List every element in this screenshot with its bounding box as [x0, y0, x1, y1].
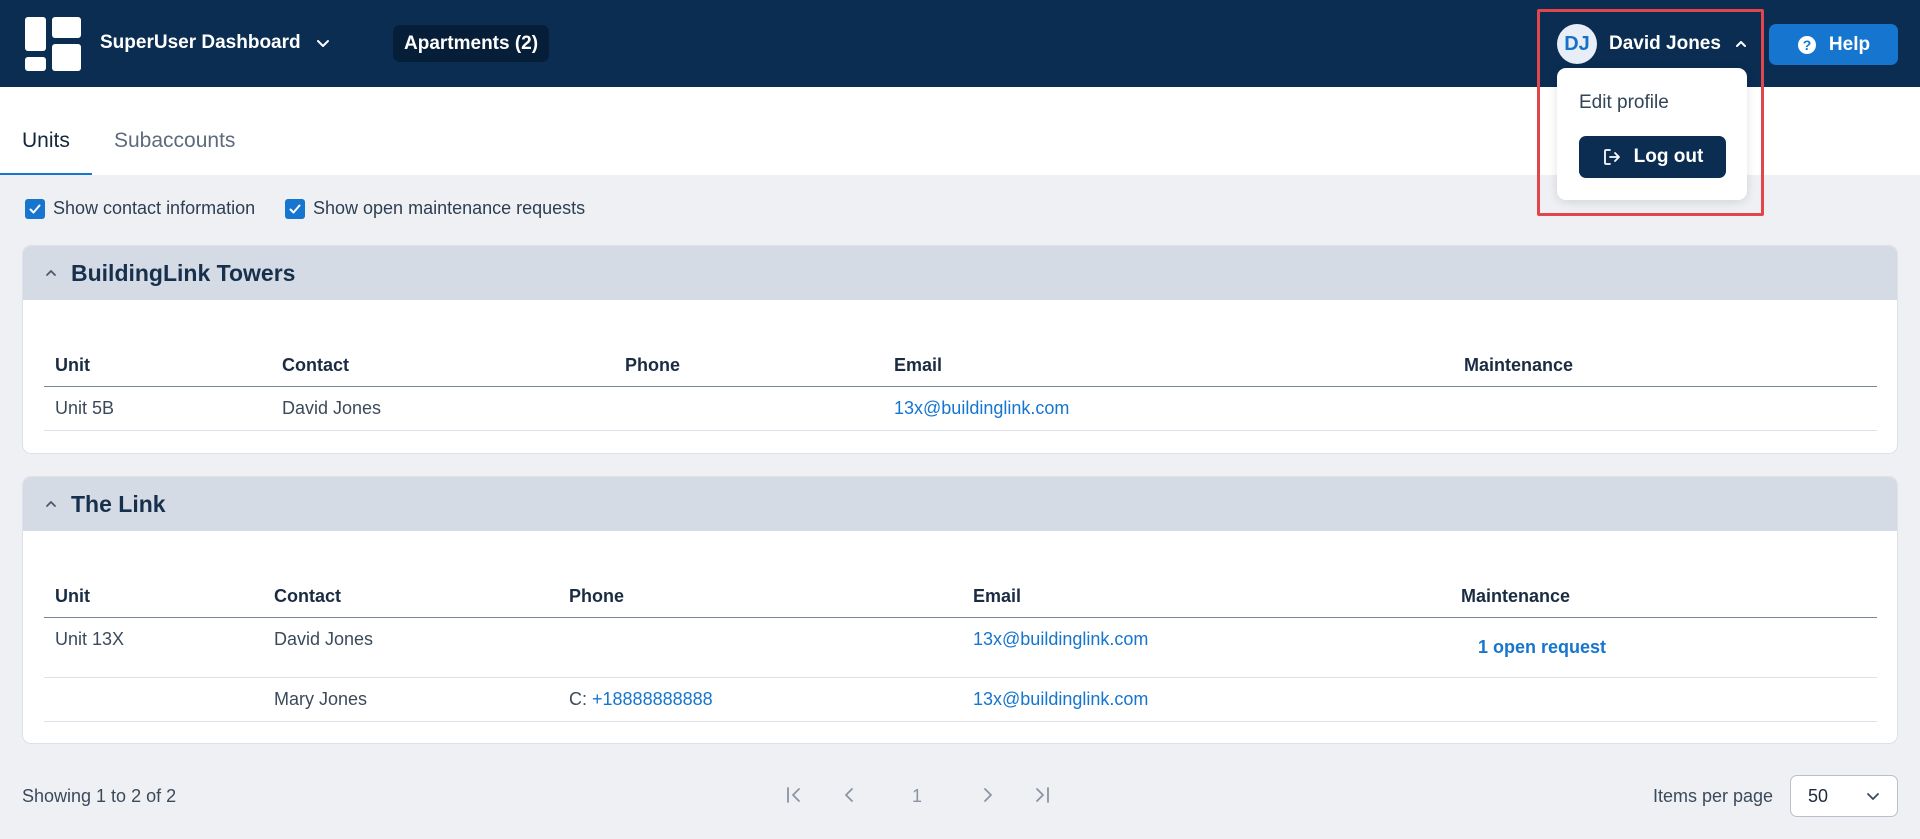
cell-contact: David Jones: [274, 629, 374, 649]
apartments-button[interactable]: Apartments (2): [393, 25, 550, 62]
checkbox-checked-icon: [285, 198, 305, 219]
items-per-page-value: 50: [1808, 785, 1829, 806]
row-divider: [44, 721, 1877, 722]
email-link[interactable]: 13x@buildinglink.com: [973, 689, 1148, 710]
last-page-button[interactable]: [1032, 784, 1052, 806]
svg-text:?: ?: [1803, 37, 1812, 53]
chevron-down-icon: [316, 40, 329, 47]
pagination-summary: Showing 1 to 2 of 2: [22, 786, 177, 806]
email-link[interactable]: 13x@buildinglink.com: [973, 629, 1148, 650]
building-panel-buildinglink-towers: BuildingLink Towers Unit Contact Phone E…: [22, 245, 1898, 454]
last-page-icon: [1036, 787, 1049, 803]
table-header-divider: [44, 386, 1877, 387]
first-page-button[interactable]: [784, 784, 804, 806]
cell-contact: Mary Jones: [274, 689, 368, 709]
dashboard-switcher[interactable]: SuperUser Dashboard: [100, 32, 331, 54]
column-header-phone: Phone: [625, 355, 681, 375]
show-maintenance-label: Show open maintenance requests: [313, 198, 586, 218]
column-header-phone: Phone: [569, 586, 625, 606]
logout-button[interactable]: Log out: [1579, 136, 1726, 178]
column-header-contact: Contact: [274, 586, 341, 606]
email-link[interactable]: 13x@buildinglink.com: [894, 398, 1069, 419]
page-number-current[interactable]: 1: [912, 786, 922, 807]
help-label: Help: [1828, 33, 1871, 55]
row-divider: [44, 677, 1877, 678]
logout-icon: [1603, 149, 1620, 165]
phone-prefix: C:: [569, 689, 593, 709]
chevron-up-icon: [1735, 41, 1746, 47]
chevron-down-icon: [1867, 793, 1879, 800]
column-header-maintenance: Maintenance: [1464, 355, 1574, 375]
column-header-maintenance: Maintenance: [1461, 586, 1571, 606]
items-per-page-label: Items per page: [1653, 786, 1774, 806]
column-header-unit: Unit: [55, 355, 90, 375]
edit-profile-menu-item[interactable]: Edit profile: [1579, 92, 1669, 114]
dashboard-title: SuperUser Dashboard: [100, 32, 301, 53]
table-header-divider: [44, 617, 1877, 618]
user-menu-dropdown: Edit profile Log out: [1557, 68, 1747, 200]
row-divider: [44, 430, 1877, 431]
building-header: The Link: [23, 477, 1897, 531]
show-maintenance-checkbox[interactable]: Show open maintenance requests: [285, 198, 585, 219]
chevron-left-icon: [845, 788, 853, 802]
tab-units[interactable]: Units: [22, 129, 70, 153]
cell-unit: Unit 13X: [55, 629, 125, 649]
cell-contact: David Jones: [282, 398, 382, 418]
first-page-icon: [787, 787, 800, 803]
phone-link[interactable]: +18888888888: [592, 689, 713, 709]
column-header-unit: Unit: [55, 586, 90, 606]
chevron-right-icon: [984, 788, 992, 802]
previous-page-button[interactable]: [839, 784, 859, 806]
tab-subaccounts[interactable]: Subaccounts: [114, 129, 235, 153]
building-name: BuildingLink Towers: [71, 259, 296, 286]
items-per-page-select[interactable]: 50: [1790, 775, 1898, 817]
column-header-email: Email: [973, 586, 1022, 606]
help-button[interactable]: ? Help: [1769, 24, 1898, 65]
checkbox-checked-icon: [25, 198, 45, 219]
column-header-contact: Contact: [282, 355, 349, 375]
open-request-link[interactable]: 1 open request: [1478, 637, 1606, 658]
logout-label: Log out: [1633, 146, 1704, 167]
chevron-up-icon[interactable]: [43, 265, 59, 281]
cell-phone: C: +18888888888: [569, 689, 713, 710]
avatar: DJ: [1557, 24, 1597, 64]
building-panel-the-link: The Link Unit Contact Phone Email Mainte…: [22, 476, 1898, 744]
cell-unit: Unit 5B: [55, 398, 115, 418]
app-logo[interactable]: [25, 17, 81, 71]
next-page-button[interactable]: [978, 784, 998, 806]
user-menu-button[interactable]: DJ David Jones: [1557, 24, 1749, 64]
show-contact-label: Show contact information: [53, 198, 256, 218]
building-header: BuildingLink Towers: [23, 246, 1897, 300]
active-tab-indicator: [0, 173, 92, 175]
user-name: David Jones: [1609, 33, 1721, 54]
building-name: The Link: [71, 490, 166, 517]
chevron-up-icon[interactable]: [43, 496, 59, 512]
column-header-email: Email: [894, 355, 943, 375]
show-contact-checkbox[interactable]: Show contact information: [25, 198, 255, 219]
question-icon: ?: [1797, 35, 1816, 54]
